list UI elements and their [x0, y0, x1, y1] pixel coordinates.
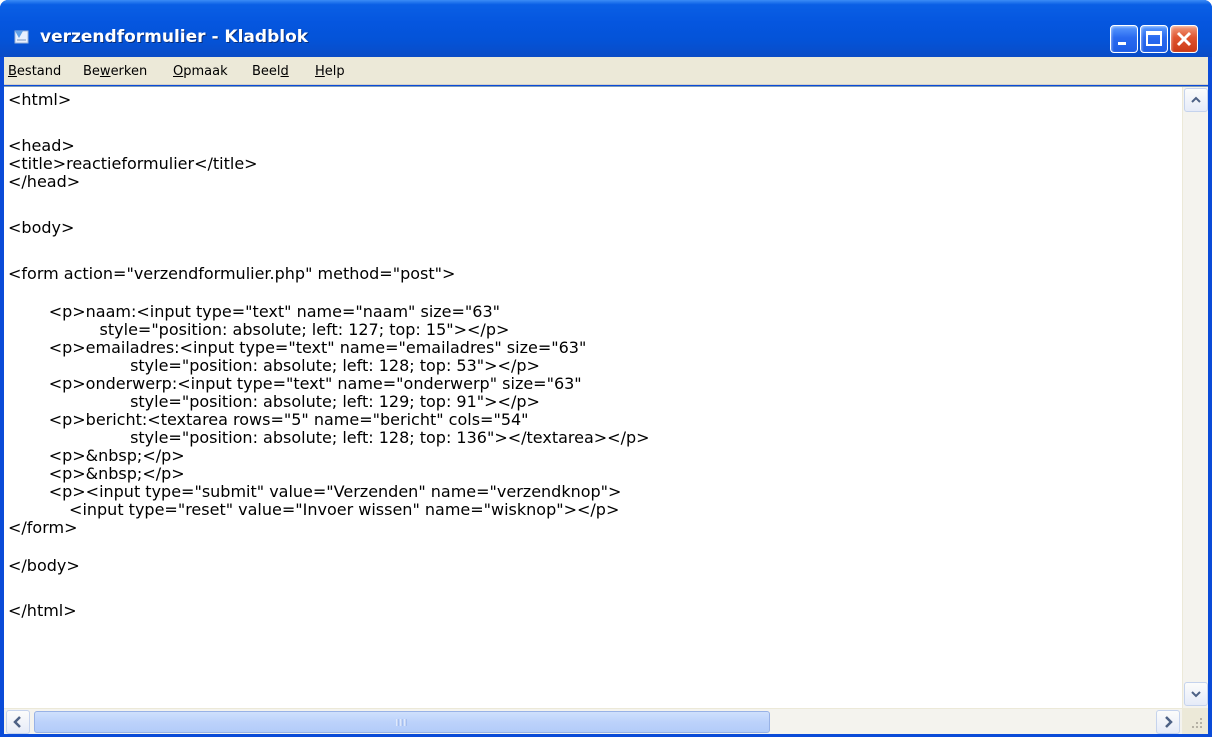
- code-line: <input type="reset" value="Invoer wissen…: [8, 500, 620, 519]
- chevron-down-icon: [1191, 691, 1201, 698]
- code-line: <p>emailadres:<input type="text" name="e…: [8, 338, 587, 357]
- title-bar[interactable]: verzendformulier - Kladblok: [0, 0, 1212, 57]
- maximize-button[interactable]: [1140, 25, 1168, 53]
- code-line: <html>: [8, 90, 72, 109]
- code-line: <p>bericht:<textarea rows="5" name="beri…: [8, 410, 529, 429]
- menu-opmaak[interactable]: Opmaak: [173, 62, 228, 82]
- scroll-left-button[interactable]: [6, 710, 30, 734]
- code-line: <form action="verzendformulier.php" meth…: [8, 264, 456, 283]
- menu-bewerken[interactable]: Bewerken: [83, 62, 147, 82]
- code-line: <p>&nbsp;</p>: [8, 464, 185, 483]
- resize-grip[interactable]: [1182, 708, 1208, 734]
- minimize-button[interactable]: [1110, 25, 1138, 53]
- document-text[interactable]: <html> <head> <title>reactieformulier</t…: [8, 90, 1178, 708]
- scroll-right-button[interactable]: [1156, 710, 1180, 734]
- code-line: </head>: [8, 172, 81, 191]
- code-line: style="position: absolute; left: 128; to…: [8, 356, 540, 375]
- window-title: verzendformulier - Kladblok: [40, 27, 309, 47]
- code-line: <p><input type="submit" value="Verzenden…: [8, 482, 622, 501]
- menu-bar: Bestand Bewerken Opmaak Beeld Help: [4, 57, 1208, 85]
- code-line: </form>: [8, 518, 78, 537]
- menu-help[interactable]: Help: [315, 62, 345, 82]
- code-line: </html>: [8, 601, 77, 620]
- code-line: style="position: absolute; left: 129; to…: [8, 392, 540, 411]
- code-line: <body>: [8, 218, 75, 237]
- scroll-up-button[interactable]: [1184, 88, 1208, 112]
- notepad-window: verzendformulier - Kladblok Bestand Bewe…: [0, 0, 1212, 737]
- notepad-icon[interactable]: [14, 29, 30, 45]
- code-line: style="position: absolute; left: 128; to…: [8, 428, 650, 447]
- menu-bestand[interactable]: Bestand: [8, 62, 61, 82]
- code-line: <p>onderwerp:<input type="text" name="on…: [8, 374, 582, 393]
- text-editor[interactable]: <html> <head> <title>reactieformulier</t…: [4, 86, 1208, 734]
- chevron-up-icon: [1191, 96, 1201, 103]
- code-line: <title>reactieformulier</title>: [8, 154, 258, 173]
- close-icon: [1176, 31, 1192, 47]
- code-line: <head>: [8, 136, 75, 155]
- vertical-scrollbar[interactable]: [1182, 87, 1208, 708]
- resize-grip-icon: [1192, 718, 1202, 728]
- code-line: <p>&nbsp;</p>: [8, 446, 185, 465]
- chevron-left-icon: [13, 716, 21, 728]
- scroll-down-button[interactable]: [1184, 682, 1208, 706]
- horizontal-scrollbar[interactable]: [4, 708, 1182, 734]
- minimize-icon: [1118, 42, 1126, 45]
- maximize-icon: [1146, 31, 1162, 46]
- code-line: style="position: absolute; left: 127; to…: [8, 320, 510, 339]
- chevron-right-icon: [1165, 716, 1173, 728]
- close-button[interactable]: [1170, 25, 1198, 53]
- menu-beeld[interactable]: Beeld: [252, 62, 289, 82]
- horizontal-scroll-thumb[interactable]: [34, 711, 770, 733]
- grip-icon: [396, 719, 407, 726]
- code-line: </body>: [8, 556, 80, 575]
- code-line: <p>naam:<input type="text" name="naam" s…: [8, 302, 500, 321]
